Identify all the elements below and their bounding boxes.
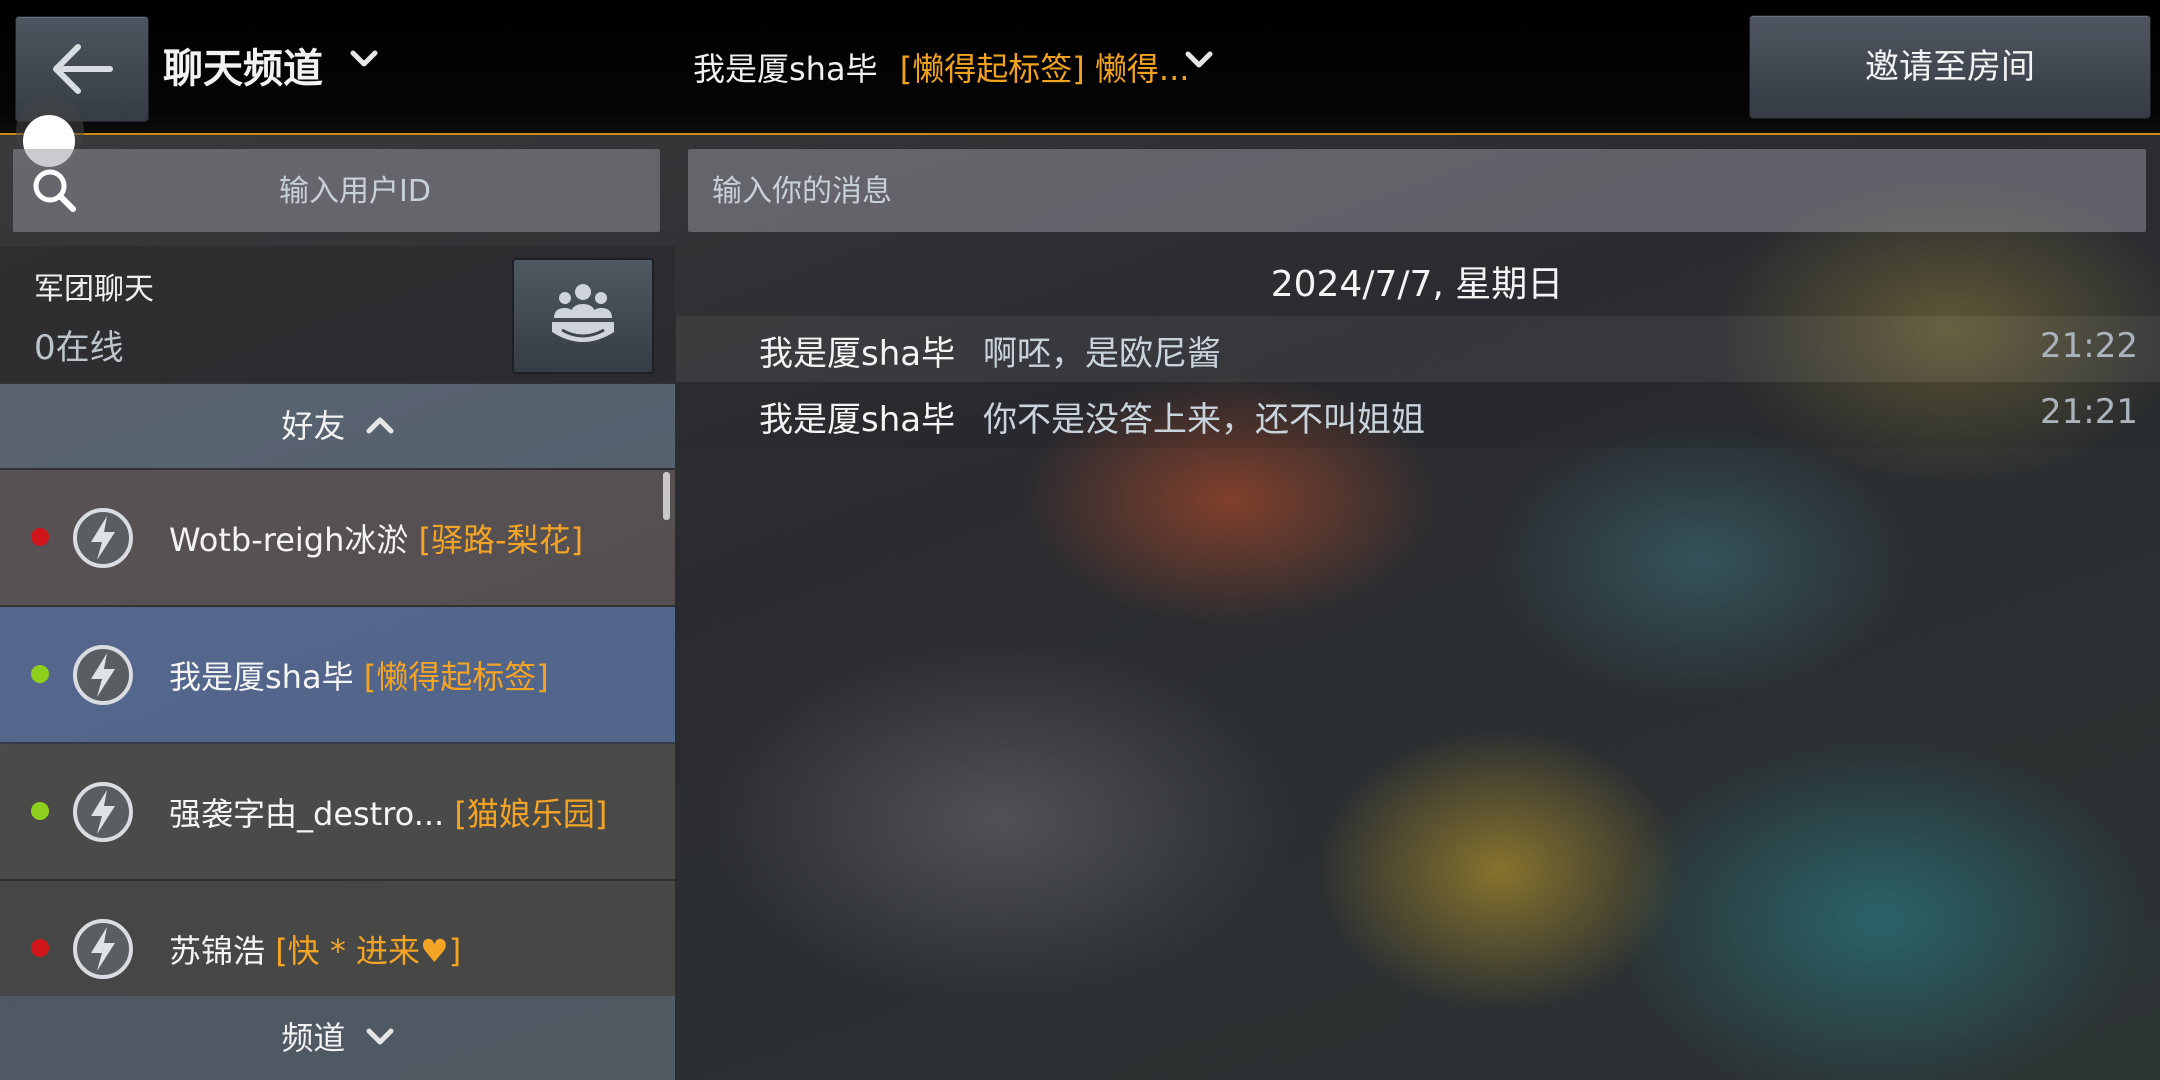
message-time: 21:21 <box>2040 392 2138 432</box>
room-chevron-down-icon[interactable] <box>1185 51 1213 69</box>
chevron-up-icon <box>366 417 394 434</box>
message-time: 21:22 <box>2040 326 2138 366</box>
friends-section-header[interactable]: 好友 <box>0 384 675 468</box>
room-name: 我是厦sha毕 <box>693 50 878 88</box>
friend-clan-tag: [猫娘乐园] <box>454 795 608 833</box>
group-icon <box>552 284 614 342</box>
friend-row[interactable]: 强袭字由_destro... [猫娘乐园] <box>0 744 675 881</box>
chat-message-row[interactable]: 我是厦sha毕 啊呸，是欧尼酱 21:22 <box>676 316 2160 382</box>
online-status-dot <box>31 802 49 820</box>
friend-name: 强袭字由_destro... <box>169 795 445 833</box>
friend-row[interactable]: 我是厦sha毕 [懒得起标签] <box>0 607 675 744</box>
legion-members-button[interactable] <box>512 258 654 374</box>
chevron-down-icon <box>366 1028 394 1045</box>
offline-status-dot <box>31 939 49 957</box>
friend-list-scrollbar[interactable] <box>663 472 670 520</box>
chevron-down-icon[interactable] <box>350 50 378 68</box>
lightning-rank-icon <box>73 645 133 705</box>
user-id-input[interactable] <box>93 149 617 234</box>
friend-list[interactable]: Wotb-reigh冰淤 [驿路-梨花] 我是厦sha毕 [懒得起标签] 强袭字… <box>0 470 675 996</box>
friend-clan-tag: [驿路-梨花] <box>418 521 584 559</box>
friend-name: 苏锦浩 <box>169 932 266 970</box>
chat-message-row[interactable]: 我是厦sha毕 你不是没答上来，还不叫姐姐 21:21 <box>676 382 2160 448</box>
offline-status-dot <box>31 528 49 546</box>
friend-row[interactable]: Wotb-reigh冰淤 [驿路-梨花] <box>0 470 675 607</box>
message-input[interactable] <box>710 149 2114 234</box>
channels-label: 频道 <box>281 1019 346 1057</box>
chat-date-header: 2024/7/7, 星期日 <box>1270 264 1564 305</box>
online-status-dot <box>31 665 49 683</box>
message-text: 啊呸，是欧尼酱 <box>983 334 1221 374</box>
message-text: 你不是没答上来，还不叫姐姐 <box>983 400 1425 440</box>
lightning-rank-icon <box>73 782 133 842</box>
user-search-box[interactable] <box>13 149 660 234</box>
friend-row[interactable]: 苏锦浩 [快 * 进来♥] <box>0 881 675 996</box>
message-input-box[interactable] <box>688 149 2146 234</box>
room-tag: [懒得起标签] 懒得... <box>899 50 1190 88</box>
room-selector[interactable]: 我是厦sha毕 [懒得起标签] 懒得... <box>693 44 1189 90</box>
friend-name: Wotb-reigh冰淤 <box>169 521 409 559</box>
friend-clan-tag: [快 * 进来♥] <box>275 932 462 970</box>
legion-online-count: 0在线 <box>34 328 124 368</box>
lightning-rank-icon <box>73 508 133 568</box>
legion-chat-entry[interactable]: 军团聊天 0在线 <box>0 246 675 382</box>
left-panel: 军团聊天 0在线 好友 Wotb-reigh冰淤 [驿路-梨花] 我是厦sha毕… <box>0 246 675 1080</box>
legion-chat-title: 军团聊天 <box>34 272 154 307</box>
message-sender[interactable]: 我是厦sha毕 <box>759 326 955 375</box>
search-icon <box>33 169 76 212</box>
lightning-rank-icon <box>73 919 133 979</box>
arrow-left-icon <box>53 44 113 94</box>
friends-label: 好友 <box>281 407 346 445</box>
channel-title[interactable]: 聊天频道 <box>163 36 323 94</box>
top-bar: 聊天频道 我是厦sha毕 [懒得起标签] 懒得... 邀请至房间 <box>0 0 2160 135</box>
friend-clan-tag: [懒得起标签] <box>363 658 549 696</box>
invite-to-room-button[interactable]: 邀请至房间 <box>1749 15 2151 119</box>
friend-name: 我是厦sha毕 <box>169 658 354 696</box>
channels-section-header[interactable]: 频道 <box>0 996 675 1080</box>
message-sender[interactable]: 我是厦sha毕 <box>759 392 955 441</box>
